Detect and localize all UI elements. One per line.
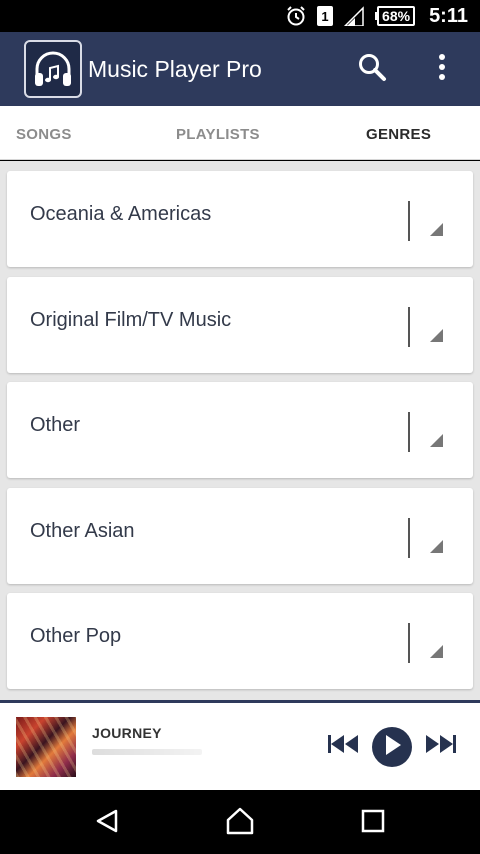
skip-next-icon [423,733,457,760]
more-vert-icon [437,53,447,86]
previous-button[interactable] [326,733,362,759]
genre-name: Other [30,414,81,436]
next-button[interactable] [422,733,458,759]
overflow-menu-icon[interactable] [430,223,443,236]
overflow-menu-icon[interactable] [430,329,443,342]
skip-previous-icon [327,733,361,760]
home-button[interactable] [223,806,257,840]
clock: 5:11 [429,4,468,27]
search-button[interactable] [348,45,396,93]
genre-card[interactable]: Oceania & Americas [7,171,473,267]
recents-icon [361,809,385,838]
app-title: Music Player Pro [88,55,262,82]
divider [408,412,410,452]
recents-button[interactable] [356,806,390,840]
tab-songs[interactable]: SONGS [16,126,72,143]
album-art[interactable] [16,717,76,777]
signal-icon [343,6,365,26]
divider [408,623,410,663]
genre-list[interactable]: Oceania & Americas Original Film/TV Musi… [0,161,480,700]
genre-name: Other Asian [30,520,135,542]
genre-card[interactable]: Other [7,382,473,478]
headphones-logo-icon [24,40,82,98]
app-bar: Music Player Pro [0,32,480,106]
tab-playlists[interactable]: PLAYLISTS [176,126,260,143]
battery-percent: 68% [377,6,416,26]
genre-card[interactable]: Original Film/TV Music [7,277,473,373]
now-playing-bar[interactable]: JOURNEY [0,700,480,790]
genre-card[interactable]: Other Asian [7,488,473,584]
play-button[interactable] [372,727,412,767]
genre-name: Original Film/TV Music [30,309,232,331]
alarm-icon [285,5,307,27]
status-bar: 1 68% 5:11 [0,0,480,32]
overflow-menu-icon[interactable] [430,540,443,553]
play-icon [382,734,402,761]
genre-name: Other Pop [30,625,122,647]
track-title: JOURNEY [92,725,162,741]
tab-genres[interactable]: GENRES [366,126,431,143]
back-icon [94,808,120,839]
genre-card[interactable]: Other Pop [7,593,473,689]
sim-slot-label: 1 [321,8,329,24]
overflow-menu-icon[interactable] [430,434,443,447]
overflow-menu-icon[interactable] [430,645,443,658]
back-button[interactable] [90,806,124,840]
divider [408,307,410,347]
sim-icon: 1 [317,6,334,26]
genre-name: Oceania & Americas [30,203,212,225]
home-icon [225,807,255,840]
system-nav-bar [0,790,480,854]
tab-bar: SONGS PLAYLISTS GENRES [0,106,480,160]
more-options-button[interactable] [418,45,466,93]
divider [408,518,410,558]
battery-icon: 68% [375,6,416,26]
search-icon [357,52,387,87]
track-subtitle [92,749,202,755]
divider [408,201,410,241]
